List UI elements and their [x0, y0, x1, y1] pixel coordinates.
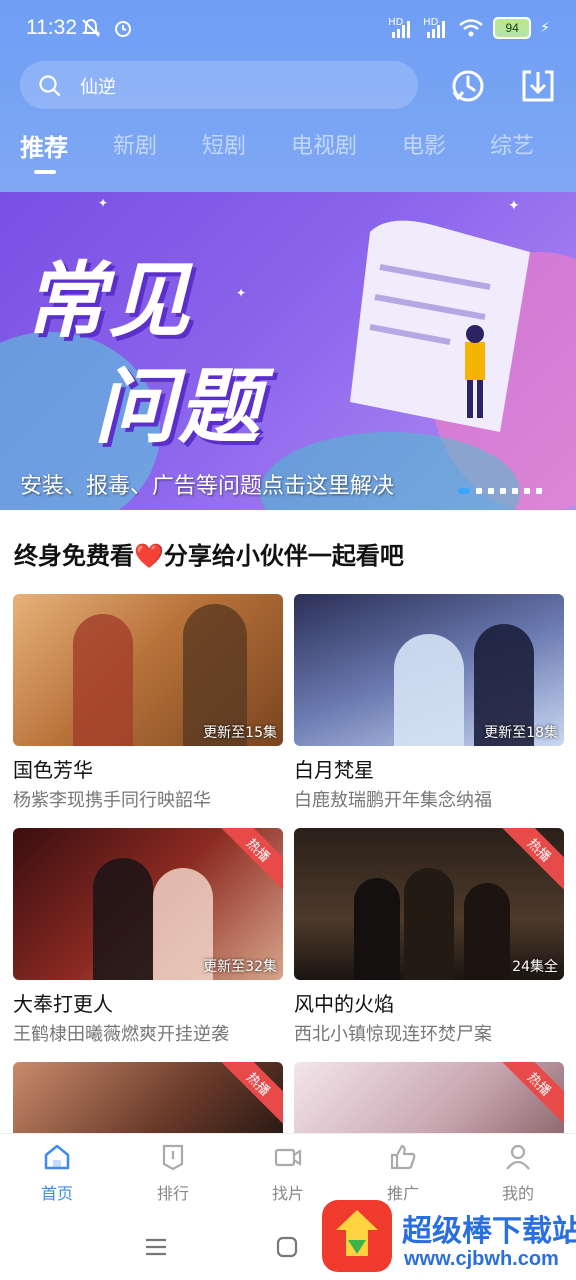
alarm-icon — [115, 21, 131, 37]
wifi-icon — [459, 19, 483, 37]
drama-subtitle: 杨紫李现携手同行映韶华 — [13, 790, 211, 811]
sparkle-icon: ✦ — [508, 198, 520, 214]
charging-icon: ⚡ — [540, 20, 550, 36]
signal-icon: HD — [388, 18, 414, 38]
banner-title-line1: 常见 — [24, 254, 192, 349]
watermark-name: 超级棒下载站 — [402, 1214, 576, 1249]
tab-variety[interactable]: 综艺 — [490, 128, 534, 160]
mute-icon — [81, 18, 101, 37]
drama-subtitle: 王鹤棣田曦薇燃爽开挂逆袭 — [13, 1024, 229, 1045]
drama-poster: 更新至15集 — [13, 594, 283, 746]
drama-poster: 热播 — [13, 1062, 283, 1133]
status-right-icons: HD HD 94 ⚡ — [388, 17, 550, 39]
ranking-icon — [162, 1144, 184, 1171]
tab-tv-series[interactable]: 电视剧 — [291, 128, 357, 160]
signal2-icon: HD — [423, 18, 449, 38]
thumbs-up-icon — [390, 1144, 416, 1170]
history-icon[interactable] — [448, 66, 488, 106]
carousel-indicator — [458, 488, 542, 494]
banner-title-line2: 问题 — [94, 360, 262, 455]
search-icon — [39, 75, 61, 97]
section-title: 终身免费看❤️分享给小伙伴一起看吧 — [14, 542, 404, 570]
nav-ranking[interactable]: 排行 — [128, 1142, 218, 1204]
carousel-dot — [524, 488, 530, 494]
drama-poster: 热播 — [294, 1062, 564, 1133]
status-time: 11:32 — [26, 16, 77, 39]
carousel-dot — [512, 488, 518, 494]
episode-label: 更新至32集 — [203, 959, 277, 975]
hot-badge: 热播 — [499, 1062, 564, 1125]
watermark-url: www.cjbwh.com — [404, 1248, 559, 1270]
nav-home-label: 首页 — [40, 1184, 73, 1203]
drama-poster: 热播 更新至32集 — [13, 828, 283, 980]
document-scroll-illustration — [350, 220, 530, 432]
watermark-logo-icon — [322, 1200, 392, 1272]
drama-title: 白月梵星 — [294, 758, 374, 782]
tab-new-drama[interactable]: 新剧 — [113, 128, 157, 160]
faq-banner[interactable]: ✦ ✦ ✦ 常见 问题 安装、报毒、广告等问题点击这里解决 — [0, 192, 576, 510]
category-tabs: 推荐 新剧 短剧 电视剧 电影 综艺 — [0, 128, 576, 178]
carousel-dot-active — [458, 488, 470, 494]
drama-title: 大奉打更人 — [13, 992, 113, 1016]
home-icon — [44, 1144, 70, 1170]
drama-subtitle: 白鹿敖瑞鹏开年集念纳福 — [294, 790, 492, 811]
drama-title: 国色芳华 — [13, 758, 93, 782]
status-left-icons — [80, 17, 134, 39]
nav-find[interactable]: 找片 — [243, 1142, 333, 1204]
sparkle-icon: ✦ — [98, 196, 109, 210]
drama-poster: 热播 24集全 — [294, 828, 564, 980]
tab-recommend[interactable]: 推荐 — [20, 128, 68, 163]
search-input[interactable] — [78, 71, 382, 101]
download-icon[interactable] — [518, 66, 558, 106]
hot-badge: 热播 — [218, 1062, 283, 1125]
person-icon — [506, 1144, 530, 1170]
episode-label: 更新至15集 — [203, 725, 277, 741]
watermark-overlay: 超级棒下载站 www.cjbwh.com — [318, 1196, 576, 1280]
search-bar[interactable] — [20, 61, 418, 109]
nav-promote[interactable]: 推广 — [358, 1142, 448, 1204]
app-header: 11:32 HD HD 94 ⚡ 仙逆 推荐 新剧 短剧 电视剧 电影 综艺 — [0, 0, 576, 192]
carousel-dot — [488, 488, 494, 494]
nav-mine[interactable]: 我的 — [473, 1142, 563, 1204]
carousel-dot — [536, 488, 542, 494]
carousel-dot — [500, 488, 506, 494]
drama-poster: 更新至18集 — [294, 594, 564, 746]
sparkle-icon: ✦ — [236, 286, 247, 300]
nav-ranking-label: 排行 — [156, 1184, 189, 1203]
video-camera-icon — [274, 1148, 302, 1167]
nav-home[interactable]: 首页 — [12, 1142, 102, 1204]
banner-caption: 安装、报毒、广告等问题点击这里解决 — [20, 474, 395, 499]
carousel-dot — [476, 488, 482, 494]
hot-badge: 热播 — [499, 828, 564, 891]
episode-label: 24集全 — [512, 959, 558, 975]
drama-title: 风中的火焰 — [294, 992, 394, 1016]
menu-icon[interactable] — [144, 1235, 168, 1259]
tab-movie[interactable]: 电影 — [402, 128, 446, 160]
episode-label: 更新至18集 — [484, 725, 558, 741]
drama-subtitle: 西北小镇惊现连环焚尸案 — [294, 1024, 492, 1045]
tab-short-drama[interactable]: 短剧 — [202, 128, 246, 160]
home-button-icon[interactable] — [275, 1235, 299, 1259]
status-bar: 11:32 HD HD 94 ⚡ — [0, 0, 576, 58]
active-tab-indicator — [34, 170, 56, 174]
hot-badge: 热播 — [218, 828, 283, 891]
battery-indicator: 94 — [493, 17, 532, 39]
